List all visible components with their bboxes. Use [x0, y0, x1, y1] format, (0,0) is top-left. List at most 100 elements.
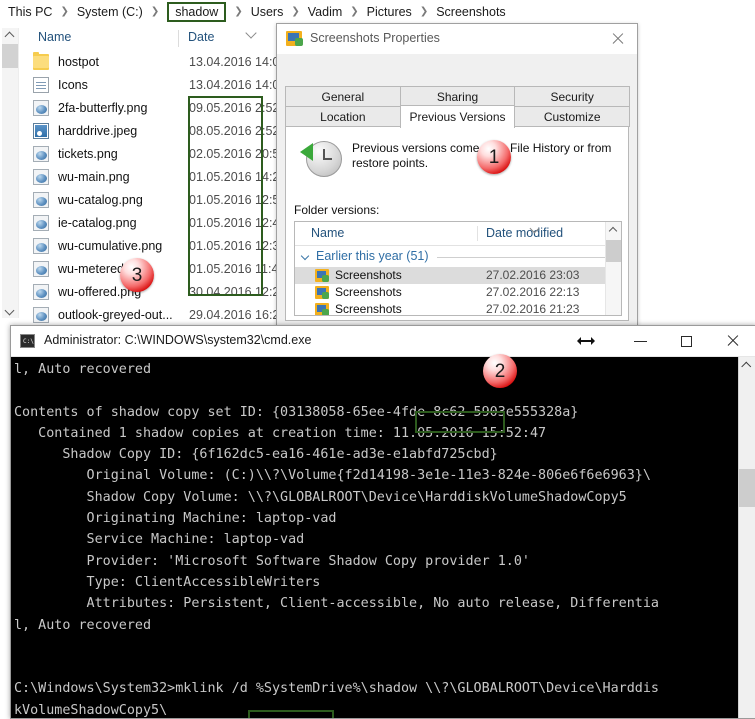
column-header-name[interactable]: Name [38, 30, 71, 44]
callout-badge-1: 1 [477, 140, 511, 174]
file-name: outlook-greyed-out... [58, 307, 173, 322]
dialog-title-text: Screenshots Properties [310, 31, 440, 45]
console-scroll-up-icon[interactable] [741, 361, 752, 371]
restore-arrow-icon [300, 143, 313, 161]
file-date: 09.05.2016 2:52 [189, 100, 280, 115]
column-header-date[interactable]: Date [188, 30, 214, 44]
callout-badge-3: 3 [120, 258, 154, 292]
close-icon[interactable] [607, 29, 629, 49]
callout-badge-1-number: 1 [488, 147, 500, 168]
breadcrumb-item-system-c[interactable]: System (C:) [75, 4, 145, 20]
png-file-icon [33, 283, 49, 300]
tab-sharing[interactable]: Sharing [399, 86, 516, 107]
version-name: Screenshots [335, 285, 402, 299]
folder-version-icon [315, 269, 329, 282]
file-list[interactable]: hostpot 13.04.2016 14:06 Icons 13.04.2016 1… [20, 50, 300, 340]
listview-header: Name Date modified [295, 222, 621, 246]
jpeg-file-icon [33, 122, 49, 139]
png-file-icon [33, 168, 49, 185]
file-row[interactable]: 2fa-butterfly.png 09.05.2016 2:52 [20, 96, 300, 119]
horizontal-resize-cursor-icon [577, 335, 595, 347]
file-row[interactable]: outlook-greyed-out... 29.04.2016 16:20 [20, 303, 300, 326]
png-file-icon [33, 191, 49, 208]
dialog-tab-row-1[interactable]: General Sharing Security [285, 86, 631, 107]
version-row[interactable]: Screenshots 27.02.2016 22:13 [295, 284, 621, 301]
file-row[interactable]: wu-cumulative.png 01.05.2016 12:39 [20, 234, 300, 257]
breadcrumb-item-this-pc[interactable]: This PC [6, 4, 54, 20]
breadcrumb-item-shadow[interactable]: shadow [167, 2, 227, 22]
listview-sort-chevron-icon [531, 225, 541, 232]
tab-security[interactable]: Security [514, 86, 631, 107]
file-date: 01.05.2016 12:39 [189, 238, 287, 253]
breadcrumb-item-users[interactable]: Users [249, 4, 286, 20]
file-row[interactable]: tickets.png 02.05.2016 20:56 [20, 142, 300, 165]
console-output-area[interactable]: l, Auto recovered Contents of shadow cop… [11, 357, 755, 718]
version-row[interactable]: Screenshots 27.02.2016 21:23 [295, 301, 621, 315]
file-row[interactable]: wu-offered.png 30.04.2016 12:28 [20, 280, 300, 303]
breadcrumb-item-pictures[interactable]: Pictures [365, 4, 414, 20]
minimize-button[interactable] [618, 326, 664, 356]
file-row[interactable]: wu-metered.png 01.05.2016 11:47 [20, 257, 300, 280]
file-name: Icons [58, 77, 88, 92]
maximize-button[interactable] [664, 326, 710, 356]
scroll-down-arrow-icon[interactable] [4, 305, 15, 316]
scroll-up-arrow-icon[interactable] [4, 31, 15, 42]
version-group-header[interactable]: Earlier this year (51) [295, 246, 621, 267]
close-button[interactable] [710, 326, 755, 356]
file-date: 13.04.2016 14:06 [189, 54, 287, 69]
file-row[interactable]: harddrive.jpeg 08.05.2016 2:52 [20, 119, 300, 142]
listview-scrollbar[interactable] [605, 222, 621, 315]
file-date: 01.05.2016 12:50 [189, 192, 287, 207]
tab-previous-versions[interactable]: Previous Versions [399, 105, 516, 128]
chevron-down-icon[interactable] [302, 253, 310, 261]
folder-versions-label: Folder versions: [294, 203, 380, 217]
console-scrollbar[interactable] [738, 357, 755, 718]
console-scrollbar-thumb[interactable] [739, 469, 755, 507]
folder-versions-listview[interactable]: Name Date modified Earlier this year (51… [294, 221, 622, 316]
png-file-icon [33, 260, 49, 277]
folder-properties-icon [286, 31, 303, 46]
file-row[interactable]: wu-main.png 01.05.2016 14:26 [20, 165, 300, 188]
window-controls[interactable] [618, 326, 755, 356]
version-name: Screenshots [335, 268, 402, 282]
version-row[interactable]: Screenshots 27.02.2016 23:03 [295, 267, 621, 284]
file-row[interactable]: ie-catalog.png 01.05.2016 12:44 [20, 211, 300, 234]
file-row[interactable]: hostpot 13.04.2016 14:06 [20, 50, 300, 73]
listview-column-name[interactable]: Name [311, 226, 344, 240]
file-name: 2fa-butterfly.png [58, 100, 148, 115]
breadcrumb-separator: ❯ [419, 6, 429, 17]
file-date: 01.05.2016 14:26 [189, 169, 287, 184]
cmd-title-text: Administrator: C:\WINDOWS\system32\cmd.e… [44, 333, 312, 347]
console-icon [20, 334, 35, 348]
tab-customize[interactable]: Customize [514, 106, 631, 127]
breadcrumb-separator: ❯ [350, 6, 359, 17]
listview-scrollbar-thumb[interactable] [606, 240, 621, 262]
explorer-scrollbar[interactable] [2, 28, 19, 318]
file-date: 01.05.2016 11:47 [189, 261, 286, 276]
breadcrumb-item-vadim[interactable]: Vadim [306, 4, 345, 20]
column-divider [178, 30, 179, 47]
listview-scroll-up-icon[interactable] [608, 226, 618, 236]
screenshots-properties-dialog: Screenshots Properties General Sharing Sec… [276, 23, 638, 330]
callout-badge-3-number: 3 [131, 265, 143, 286]
png-file-icon [33, 237, 49, 254]
breadcrumb[interactable]: This PC ❯ System (C:) ❯ shadow ❯ Users ❯ Vadim ❯ P… [0, 0, 755, 24]
tab-location[interactable]: Location [285, 106, 401, 127]
file-name: ie-catalog.png [58, 215, 137, 230]
callout-badge-2: 2 [483, 354, 517, 388]
cmd-title-bar[interactable]: Administrator: C:\WINDOWS\system32\cmd.e… [11, 326, 755, 357]
dialog-tab-row-2[interactable]: Location Previous Versions Customize [285, 105, 631, 128]
file-row[interactable]: wu-catalog.png 01.05.2016 12:50 [20, 188, 300, 211]
version-group-label: Earlier this year (51) [316, 249, 429, 263]
dialog-title-bar[interactable]: Screenshots Properties [277, 24, 637, 54]
file-row[interactable]: Icons 13.04.2016 14:06 [20, 73, 300, 96]
folder-version-icon [315, 286, 329, 299]
png-file-icon [33, 145, 49, 162]
breadcrumb-item-screenshots[interactable]: Screenshots [434, 4, 507, 20]
version-rows[interactable]: Screenshots 27.02.2016 23:03 Screenshots 27… [295, 267, 621, 315]
png-file-icon [33, 306, 49, 323]
listview-column-date-modified[interactable]: Date modified [486, 226, 563, 240]
scrollbar-thumb[interactable] [2, 44, 18, 68]
console-text: l, Auto recovered Contents of shadow cop… [14, 362, 659, 718]
tab-general[interactable]: General [285, 86, 401, 107]
